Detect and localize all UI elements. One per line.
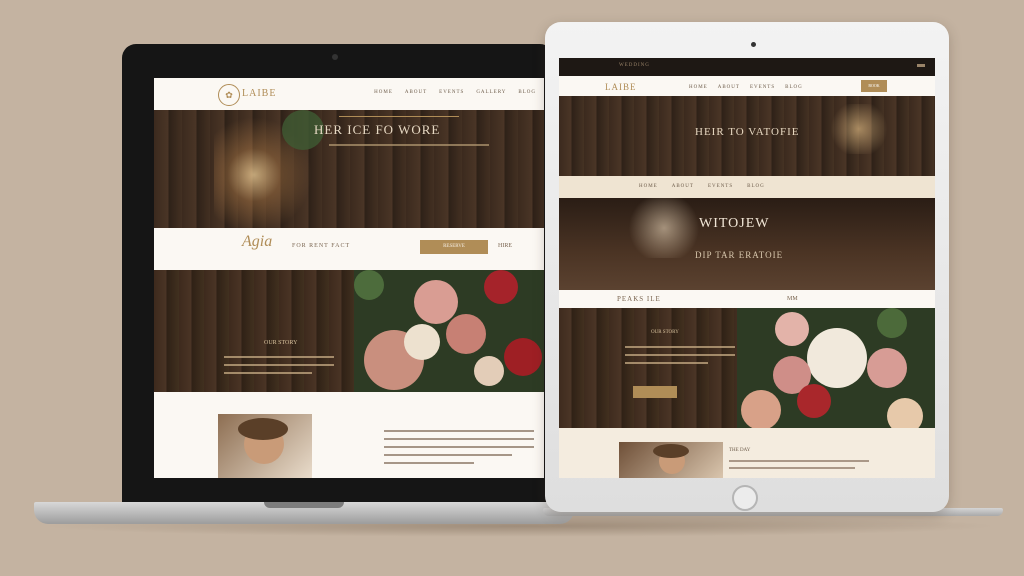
hero-rule bbox=[339, 116, 459, 117]
hero-subtitle-line bbox=[329, 144, 489, 146]
text-line bbox=[224, 364, 334, 366]
tablet-story-heading: OUR STORY bbox=[651, 330, 679, 335]
laptop-lid: ✿ LAIBE HOME ABOUT EVENTS GALLERY BLOG H… bbox=[122, 44, 554, 504]
reserve-button[interactable]: RESERVE bbox=[420, 240, 488, 254]
venue-glow bbox=[619, 198, 709, 258]
tablet-bride-photo bbox=[619, 442, 723, 478]
tablet-hero-title: HEIR TO VATOFIE bbox=[695, 126, 800, 138]
nav-link-events[interactable]: EVENTS bbox=[439, 90, 464, 95]
logo-badge-icon[interactable]: ✿ bbox=[218, 84, 240, 106]
tablet-screen: WEDDING LAIBE HOME ABOUT EVENTS BLOG BOO… bbox=[559, 58, 935, 478]
band-link-home[interactable]: HOME bbox=[639, 184, 658, 189]
tablet-story-lines bbox=[625, 346, 735, 370]
text-line bbox=[224, 356, 334, 358]
flower-bouquet-image bbox=[354, 270, 544, 392]
venue-title: WITOJEW bbox=[699, 216, 770, 231]
tablet-flower-image bbox=[737, 308, 935, 428]
topbar-text: WEDDING bbox=[619, 63, 650, 68]
laptop-nav-links: HOME ABOUT EVENTS GALLERY BLOG bbox=[374, 90, 536, 95]
nav-link-about[interactable]: ABOUT bbox=[405, 90, 427, 95]
tablet-nav-links: HOME ABOUT EVENTS BLOG bbox=[689, 85, 803, 90]
venue-subtitle: DIP TAR ERATOIE bbox=[695, 250, 784, 260]
tablet-nav-home[interactable]: HOME bbox=[689, 85, 708, 90]
bride-photo bbox=[218, 414, 312, 478]
band-link-blog[interactable]: BLOG bbox=[747, 184, 765, 189]
laptop-camera bbox=[332, 54, 338, 60]
photo-hair bbox=[238, 418, 288, 440]
book-button[interactable]: BOOK bbox=[861, 80, 887, 92]
tablet-venue-banner bbox=[559, 198, 935, 290]
tablet-view-button[interactable] bbox=[633, 386, 677, 398]
band-link-about[interactable]: ABOUT bbox=[672, 184, 694, 189]
tablet-band-text: PEAKS ILE bbox=[617, 295, 661, 303]
nav-link-home[interactable]: HOME bbox=[374, 90, 393, 95]
home-button[interactable] bbox=[732, 485, 758, 511]
band-text-right: HIRE bbox=[498, 243, 512, 249]
tablet-paragraph-lines bbox=[729, 460, 869, 474]
nav-link-gallery[interactable]: GALLERY bbox=[476, 90, 506, 95]
nav-link-blog[interactable]: BLOG bbox=[518, 90, 536, 95]
laptop-hero-title: HER ICE FO WORE bbox=[314, 122, 441, 137]
tablet-logo-text[interactable]: LAIBE bbox=[605, 82, 637, 92]
story-heading: OUR STORY bbox=[264, 340, 298, 346]
tablet-nav-about[interactable]: ABOUT bbox=[718, 85, 740, 90]
story-text-lines bbox=[224, 356, 334, 380]
band-text: FOR RENT FACT bbox=[292, 243, 351, 249]
laptop-screen: ✿ LAIBE HOME ABOUT EVENTS GALLERY BLOG H… bbox=[154, 78, 544, 478]
tablet-topbar bbox=[559, 58, 935, 76]
menu-icon[interactable] bbox=[917, 64, 925, 67]
tablet-band-text-right: MM bbox=[787, 296, 798, 302]
tablet-nav-blog[interactable]: BLOG bbox=[785, 85, 803, 90]
laptop-base bbox=[34, 502, 574, 524]
text-line bbox=[224, 372, 312, 374]
laptop-logo-text[interactable]: LAIBE bbox=[242, 88, 276, 99]
band-script-logo: Agia bbox=[242, 233, 273, 250]
tablet-device: WEDDING LAIBE HOME ABOUT EVENTS BLOG BOO… bbox=[545, 22, 949, 512]
tablet-band bbox=[559, 290, 935, 309]
paragraph-lines bbox=[384, 430, 534, 470]
tablet-hero-lights bbox=[819, 104, 899, 154]
tablet-nav-events[interactable]: EVENTS bbox=[750, 85, 775, 90]
tablet-band-links: HOME ABOUT EVENTS BLOG bbox=[639, 184, 765, 189]
tablet-camera bbox=[751, 42, 756, 47]
laptop-notch bbox=[264, 502, 344, 508]
band-link-events[interactable]: EVENTS bbox=[708, 184, 733, 189]
tablet-bottom-heading: THE DAY bbox=[729, 448, 751, 453]
